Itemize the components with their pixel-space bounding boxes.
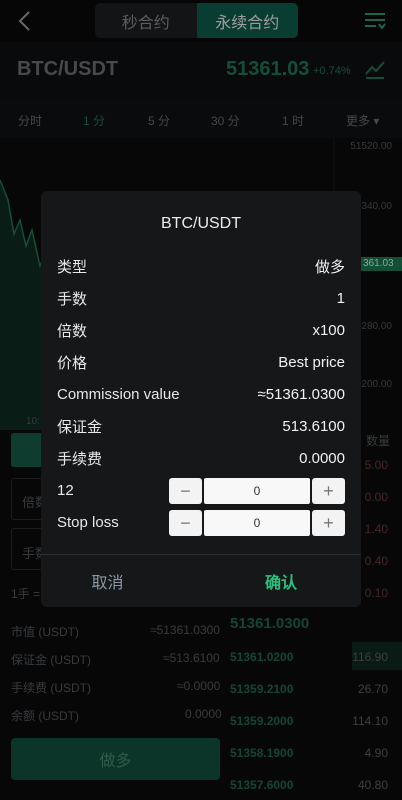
- confirm-button[interactable]: 确认: [201, 555, 361, 607]
- stop-loss-label: Stop loss: [57, 513, 119, 531]
- take-profit-label: 12: [57, 481, 74, 499]
- cancel-button[interactable]: 取消: [41, 555, 174, 607]
- row-value: 1: [336, 289, 345, 307]
- dialog-row-fee: 手续费 0.0000: [57, 446, 345, 470]
- row-value: 513.6100: [282, 417, 345, 435]
- row-value: 做多: [314, 258, 345, 276]
- take-profit-stepper: − 0 +: [169, 478, 345, 504]
- row-value: x100: [312, 321, 345, 339]
- row-label: 价格: [57, 354, 88, 372]
- take-profit-decrement-button[interactable]: −: [169, 478, 202, 504]
- row-label: 手数: [57, 290, 88, 308]
- row-label: 类型: [57, 258, 88, 276]
- stop-loss-stepper: − 0 +: [169, 510, 345, 536]
- row-label: 倍数: [57, 322, 88, 340]
- row-label: Commission value: [57, 385, 180, 403]
- dialog-row-type: 类型 做多: [57, 254, 345, 278]
- dialog-row-price: 价格 Best price: [57, 350, 345, 374]
- row-label: 保证金: [57, 418, 103, 436]
- row-value: 0.0000: [299, 449, 345, 467]
- stop-loss-decrement-button[interactable]: −: [169, 510, 202, 536]
- dialog-title: BTC/USDT: [161, 215, 241, 232]
- dialog-row-hands: 手数 1: [57, 286, 345, 310]
- dialog-row-commission: Commission value ≈51361.0300: [57, 382, 345, 406]
- dialog-row-margin: 保证金 513.6100: [57, 414, 345, 438]
- dialog-row-leverage: 倍数 x100: [57, 318, 345, 342]
- take-profit-increment-button[interactable]: +: [312, 478, 345, 504]
- stop-loss-input[interactable]: 0: [204, 510, 310, 536]
- row-label: 手续费: [57, 450, 103, 468]
- row-value: ≈51361.0300: [257, 385, 345, 403]
- row-value: Best price: [278, 353, 345, 371]
- stop-loss-increment-button[interactable]: +: [312, 510, 345, 536]
- order-confirm-dialog: BTC/USDT 类型 做多 手数 1 倍数 x100 价格 Best pric…: [41, 191, 361, 607]
- take-profit-input[interactable]: 0: [204, 478, 310, 504]
